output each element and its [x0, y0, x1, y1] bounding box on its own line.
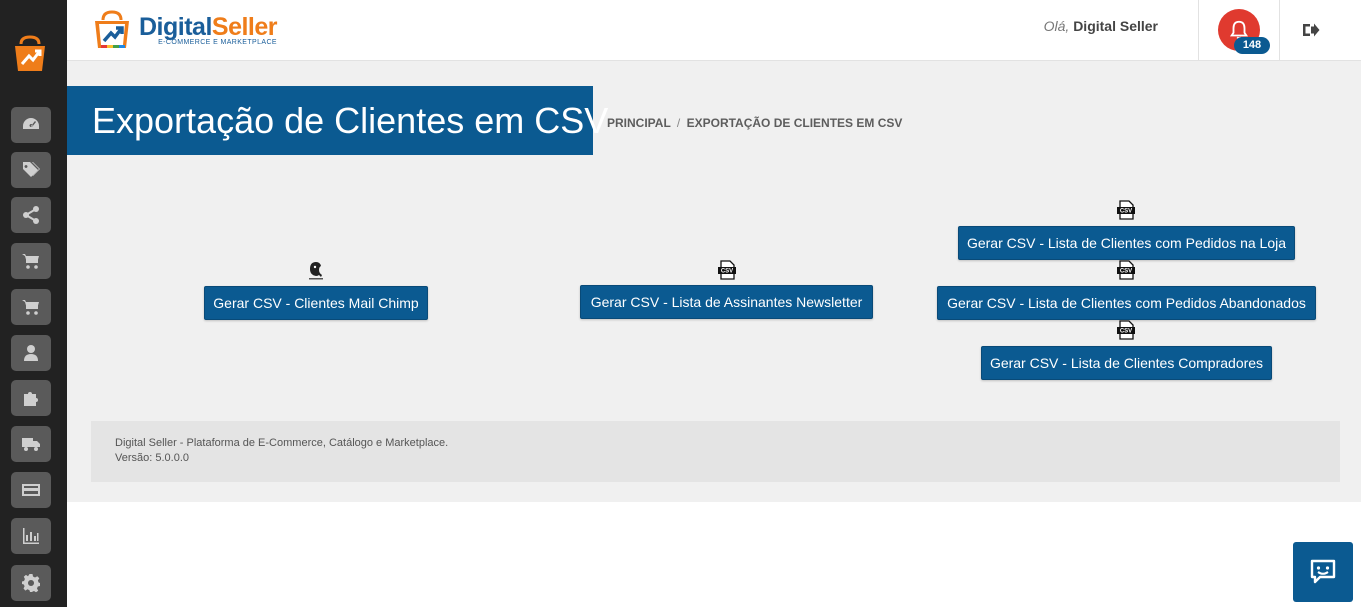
sidebar-item-dashboard[interactable]	[11, 107, 51, 143]
svg-text:CSV: CSV	[1120, 329, 1132, 335]
csv-file-icon: CSV	[1116, 200, 1136, 220]
cart-icon	[22, 300, 39, 315]
top-bar: DigitalSeller E-COMMERCE E MARKETPLACE O…	[67, 0, 1361, 61]
csv-file-icon: CSV	[1116, 320, 1136, 340]
csv-file-icon: CSV	[717, 260, 737, 280]
sidebar	[0, 0, 67, 607]
page-title: Exportação de Clientes em CSV	[92, 100, 609, 141]
logout-button[interactable]	[1299, 18, 1323, 42]
user-greeting: Olá, Digital Seller	[1043, 18, 1158, 34]
sidebar-item-settings[interactable]	[11, 565, 51, 601]
user-name: Digital Seller	[1073, 18, 1158, 34]
divider	[1279, 0, 1280, 61]
breadcrumb-home[interactable]: PRINCIPAL	[607, 116, 671, 130]
cart-icon	[22, 254, 39, 269]
divider	[1198, 0, 1199, 61]
puzzle-icon	[24, 392, 38, 406]
breadcrumb: PRINCIPAL / EXPORTAÇÃO DE CLIENTES EM CS…	[607, 116, 903, 130]
credit-card-icon	[22, 484, 40, 496]
footer-platform-text: Digital Seller - Plataforma de E-Commerc…	[115, 437, 449, 449]
sidebar-item-share[interactable]	[11, 197, 51, 233]
chat-button[interactable]	[1293, 542, 1353, 602]
mailchimp-icon	[306, 260, 326, 280]
generate-csv-orders-abandoned-button[interactable]: Gerar CSV - Lista de Clientes com Pedido…	[937, 286, 1316, 320]
sidebar-item-payments[interactable]	[11, 472, 51, 508]
footer: Digital Seller - Plataforma de E-Commerc…	[91, 421, 1340, 482]
tags-icon	[23, 162, 40, 177]
chat-icon	[1310, 559, 1336, 584]
generate-csv-buyers-button[interactable]: Gerar CSV - Lista de Clientes Compradore…	[981, 346, 1272, 380]
sign-out-icon	[1303, 23, 1320, 37]
generate-csv-newsletter-button[interactable]: Gerar CSV - Lista de Assinantes Newslett…	[580, 285, 873, 319]
truck-icon	[22, 438, 40, 451]
sidebar-item-tags[interactable]	[11, 152, 51, 188]
svg-text:CSV: CSV	[1120, 269, 1132, 275]
brand-tagline: E-COMMERCE E MARKETPLACE	[158, 39, 278, 46]
notification-count-badge: 148	[1234, 37, 1270, 54]
gear-icon	[22, 574, 40, 593]
generate-csv-mailchimp-button[interactable]: Gerar CSV - Clientes Mail Chimp	[204, 286, 428, 320]
svg-text:CSV: CSV	[721, 269, 733, 275]
sidebar-item-user[interactable]	[11, 335, 51, 371]
digitalseller-logo-icon[interactable]	[12, 34, 48, 74]
breadcrumb-current: EXPORTAÇÃO DE CLIENTES EM CSV	[686, 116, 903, 130]
bar-chart-icon	[23, 528, 39, 544]
sidebar-item-shipping[interactable]	[11, 426, 51, 462]
share-icon	[23, 206, 39, 224]
main-content: Exportação de Clientes em CSV PRINCIPAL …	[67, 61, 1361, 502]
page-title-banner: Exportação de Clientes em CSV	[67, 86, 609, 155]
shopping-bag-logo-icon	[95, 10, 129, 48]
dashboard-icon	[23, 118, 39, 129]
sidebar-item-plugins[interactable]	[11, 380, 51, 416]
footer-version: Versão: 5.0.0.0	[115, 452, 189, 464]
sidebar-item-reports[interactable]	[11, 518, 51, 554]
brand-name: DigitalSeller	[139, 13, 278, 41]
csv-file-icon: CSV	[1116, 260, 1136, 280]
brand-logo[interactable]: DigitalSeller E-COMMERCE E MARKETPLACE	[91, 6, 278, 54]
svg-text:CSV: CSV	[1120, 209, 1132, 215]
sidebar-item-cart[interactable]	[11, 243, 51, 279]
generate-csv-orders-store-button[interactable]: Gerar CSV - Lista de Clientes com Pedido…	[958, 226, 1295, 260]
user-icon	[24, 345, 38, 361]
sidebar-item-cart-2[interactable]	[11, 289, 51, 325]
